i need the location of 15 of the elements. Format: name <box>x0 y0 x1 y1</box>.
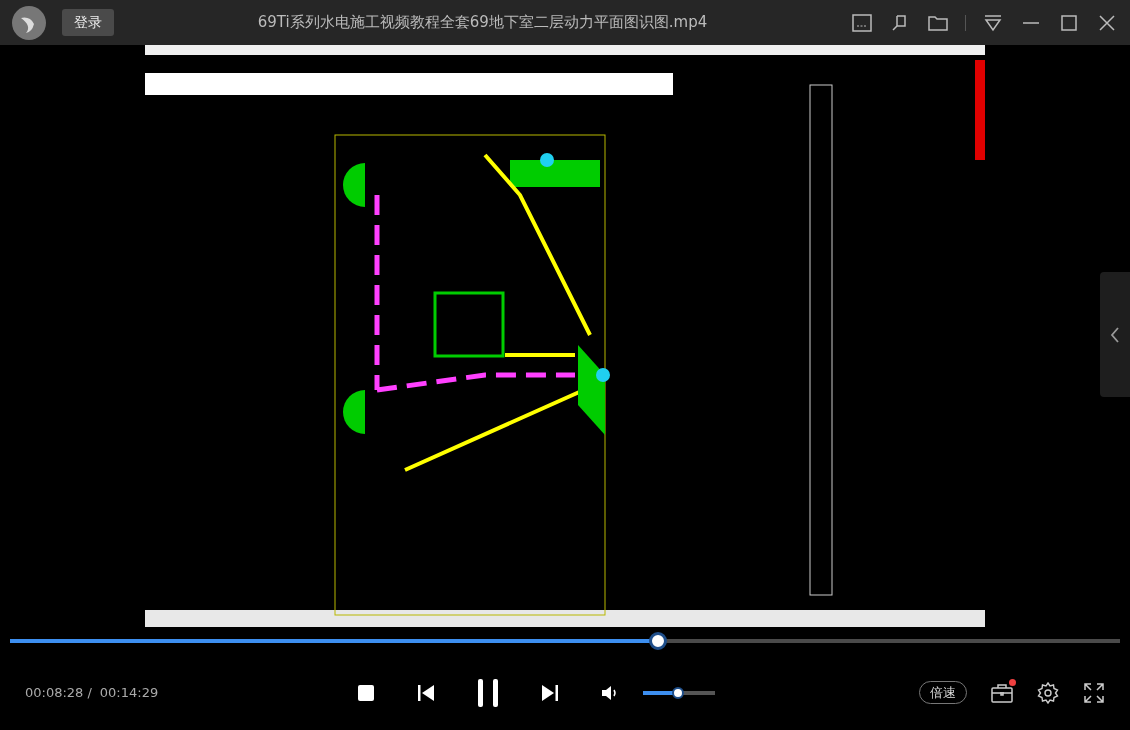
current-time: 00:08:28 <box>25 683 84 702</box>
login-button[interactable]: 登录 <box>62 9 114 36</box>
side-panel-toggle[interactable] <box>1100 272 1130 397</box>
time-separator: / <box>87 683 92 702</box>
window-title: 69Ti系列水电施工视频教程全套69地下室二层动力平面图识图.mp4 <box>256 12 709 34</box>
volume-handle[interactable] <box>672 686 685 699</box>
chevron-icon <box>1110 326 1120 344</box>
toolbox-icon[interactable] <box>991 681 1013 704</box>
progress-handle[interactable] <box>649 632 668 650</box>
pause-icon[interactable] <box>475 676 501 709</box>
total-time: 00:14:29 <box>99 683 159 702</box>
settings-icon[interactable] <box>1037 681 1059 704</box>
logo-icon <box>12 5 46 40</box>
subtitle-icon[interactable] <box>851 11 873 34</box>
fullscreen-icon[interactable] <box>1083 681 1105 704</box>
